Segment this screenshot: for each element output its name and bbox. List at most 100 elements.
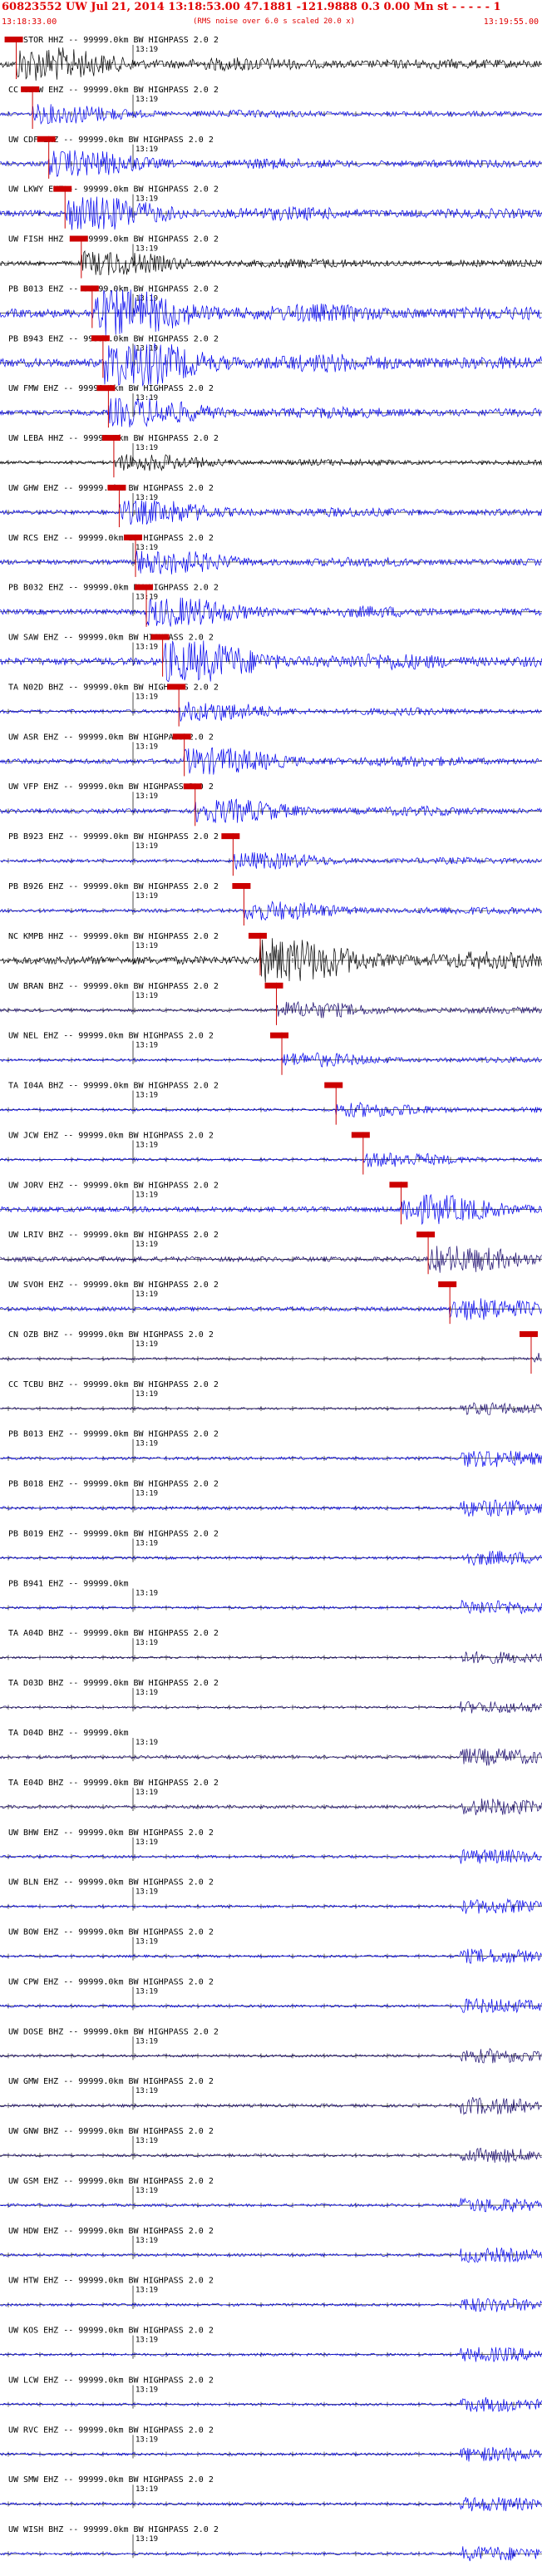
pick-marker <box>101 435 121 442</box>
trace-tick-label: 13:19 <box>136 394 158 402</box>
trace-tick-label: 13:19 <box>136 1440 158 1448</box>
trace-label: TA A04D BHZ -- 99999.0km BW HIGHPASS 2.0… <box>8 1629 219 1638</box>
trace-label: PB B923 EHZ -- 99999.0km BW HIGHPASS 2.0… <box>8 832 219 841</box>
trace-39: UW CPW EHZ -- 99999.0km BW HIGHPASS 2.0 … <box>0 1977 542 2014</box>
trace-tick-label: 13:19 <box>136 444 158 452</box>
pick-marker <box>124 534 142 540</box>
trace-tick-label: 13:19 <box>136 992 158 1000</box>
pick-marker <box>4 37 23 42</box>
trace-tick-label: 13:19 <box>136 1987 158 1996</box>
trace-label: TA N02D BHZ -- 99999.0km BW HIGHPASS 2.0… <box>8 683 219 692</box>
trace-tick-label: 13:19 <box>136 842 158 851</box>
trace-26: CN OZB BHZ -- 99999.0km BW HIGHPASS 2.0 … <box>0 1330 542 1374</box>
trace-label: TA D03D BHZ -- 99999.0km BW HIGHPASS 2.0… <box>8 1679 219 1688</box>
trace-label: UW BRAN BHZ -- 99999.0km BW HIGHPASS 2.0… <box>8 982 219 991</box>
trace-21: TA I04A BHZ -- 99999.0km BW HIGHPASS 2.0… <box>0 1082 542 1125</box>
waveform <box>0 1450 542 1468</box>
pick-marker <box>389 1182 408 1188</box>
trace-42: UW GNW BHZ -- 99999.0km BW HIGHPASS 2.0 … <box>0 2127 542 2164</box>
waveform <box>0 289 542 336</box>
trace-47: UW LCW EHZ -- 99999.0km BW HIGHPASS 2.0 … <box>0 2376 542 2413</box>
trace-label: UW GNW BHZ -- 99999.0km BW HIGHPASS 2.0 … <box>8 2127 214 2136</box>
trace-17: PB B926 EHZ -- 99999.0km BW HIGHPASS 2.0… <box>0 882 542 926</box>
trace-29: PB B018 EHZ -- 99999.0km BW HIGHPASS 2.0… <box>0 1480 542 1517</box>
pick-marker <box>248 932 267 939</box>
trace-7: UW FMW EHZ -- 99999.0km BW HIGHPASS 2.0 … <box>0 384 542 428</box>
pick-marker <box>416 1231 436 1238</box>
pick-marker <box>172 733 191 740</box>
trace-label: UW STOR HHZ -- 99999.0km BW HIGHPASS 2.0… <box>8 36 219 45</box>
trace-13: TA N02D BHZ -- 99999.0km BW HIGHPASS 2.0… <box>0 683 542 727</box>
trace-30: PB B019 EHZ -- 99999.0km BW HIGHPASS 2.0… <box>0 1529 542 1567</box>
trace-tick-label: 13:19 <box>136 2287 158 2295</box>
waveform <box>0 550 542 575</box>
waveform <box>0 597 542 627</box>
pick-marker <box>69 235 88 242</box>
pick-marker <box>107 484 126 491</box>
trace-tick-label: 13:19 <box>136 644 158 652</box>
trace-8: UW LEBA HHZ -- 99999.0km BW HIGHPASS 2.0… <box>0 434 542 478</box>
pick-marker <box>91 335 110 342</box>
trace-tick-label: 13:19 <box>136 743 158 751</box>
trace-24: UW LRIV BHZ -- 99999.0km BW HIGHPASS 2.0… <box>0 1231 542 1275</box>
trace-label: TA D04D BHZ -- 99999.0km <box>8 1729 129 1738</box>
trace-50: UW WISH BHZ -- 99999.0km BW HIGHPASS 2.0… <box>0 2525 542 2562</box>
trace-tick-label: 13:19 <box>136 1739 158 1747</box>
pick-marker <box>519 1330 538 1337</box>
seismogram-traces: UW STOR HHZ -- 99999.0km BW HIGHPASS 2.0… <box>0 36 542 2562</box>
trace-label: PB B013 EHZ -- 99999.0km BW HIGHPASS 2.0… <box>8 284 219 294</box>
trace-tick-label: 13:19 <box>136 2435 158 2444</box>
trace-label: UW HTW EHZ -- 99999.0km BW HIGHPASS 2.0 … <box>8 2277 214 2286</box>
trace-14: UW ASR EHZ -- 99999.0km BW HIGHPASS 2.0 … <box>0 733 542 777</box>
trace-43: UW GSM EHZ -- 99999.0km BW HIGHPASS 2.0 … <box>0 2177 542 2213</box>
trace-36: UW BHW EHZ -- 99999.0km BW HIGHPASS 2.0 … <box>0 1828 542 1864</box>
trace-tick-label: 13:19 <box>136 892 158 901</box>
pick-marker <box>150 634 170 640</box>
trace-10: UW RCS EHZ -- 99999.0km BW HIGHPASS 2.0 … <box>0 534 542 577</box>
pick-marker <box>53 185 72 192</box>
pick-marker <box>135 584 154 590</box>
trace-tick-label: 13:19 <box>136 1589 158 1597</box>
trace-tick-label: 13:19 <box>136 2087 158 2095</box>
trace-tick-label: 13:19 <box>136 1838 158 1847</box>
trace-label: PB B943 EHZ -- 99999.0km BW HIGHPASS 2.0… <box>8 334 219 343</box>
pick-marker <box>37 136 56 142</box>
trace-tick-label: 13:19 <box>136 1340 158 1349</box>
pick-marker <box>270 1032 289 1039</box>
waveform <box>0 640 542 683</box>
waveform <box>0 343 542 387</box>
trace-1: CC CLCW EHZ -- 99999.0km BW HIGHPASS 2.0… <box>0 86 542 129</box>
waveform <box>0 901 542 921</box>
trace-19: UW BRAN BHZ -- 99999.0km BW HIGHPASS 2.0… <box>0 982 542 1025</box>
trace-tick-label: 13:19 <box>136 792 158 801</box>
trace-40: UW DOSE BHZ -- 99999.0km BW HIGHPASS 2.0… <box>0 2027 542 2064</box>
trace-12: UW SAW EHZ -- 99999.0km BW HIGHPASS 2.0 … <box>0 634 542 683</box>
trace-label: UW WISH BHZ -- 99999.0km BW HIGHPASS 2.0… <box>8 2525 219 2534</box>
trace-tick-label: 13:19 <box>136 2137 158 2145</box>
trace-46: UW KOS EHZ -- 99999.0km BW HIGHPASS 2.0 … <box>0 2327 542 2362</box>
trace-tick-label: 13:19 <box>136 693 158 701</box>
trace-35: TA E04D BHZ -- 99999.0km BW HIGHPASS 2.0… <box>0 1779 542 1816</box>
trace-tick-label: 13:19 <box>136 2535 158 2544</box>
trace-2: UW CDF EHZ -- 99999.0km BW HIGHPASS 2.0 … <box>0 136 542 179</box>
trace-tick-label: 13:19 <box>136 2187 158 2195</box>
trace-18: NC KMPB HHZ -- 99999.0km BW HIGHPASS 2.0… <box>0 932 542 983</box>
waveform <box>0 150 542 177</box>
trace-label: UW BHW EHZ -- 99999.0km BW HIGHPASS 2.0 … <box>8 1828 214 1838</box>
trace-label: UW RCS EHZ -- 99999.0km BW HIGHPASS 2.0 … <box>8 534 214 543</box>
trace-tick-label: 13:19 <box>136 2237 158 2245</box>
trace-tick-label: 13:19 <box>136 2485 158 2494</box>
trace-label: CC CLCW EHZ -- 99999.0km BW HIGHPASS 2.0… <box>8 86 219 95</box>
trace-label: NC KMPB HHZ -- 99999.0km BW HIGHPASS 2.0… <box>8 932 219 941</box>
trace-label: PB B032 EHZ -- 99999.0km BW HIGHPASS 2.0… <box>8 584 219 593</box>
trace-tick-label: 13:19 <box>136 2037 158 2046</box>
trace-tick-label: 13:19 <box>136 245 158 254</box>
trace-label: UW HDW EHZ -- 99999.0km BW HIGHPASS 2.0 … <box>8 2227 214 2236</box>
pick-marker <box>232 883 251 889</box>
trace-34: TA D04D BHZ -- 99999.0km 13:19 <box>0 1729 542 1766</box>
trace-15: UW VFP EHZ -- 99999.0km BW HIGHPASS 2.0 … <box>0 782 542 827</box>
trace-tick-label: 13:19 <box>136 1689 158 1697</box>
trace-25: UW SVOH EHZ -- 99999.0km BW HIGHPASS 2.0… <box>0 1281 542 1325</box>
trace-22: UW JCW EHZ -- 99999.0km BW HIGHPASS 2.0 … <box>0 1131 542 1175</box>
trace-tick-label: 13:19 <box>136 1938 158 1947</box>
